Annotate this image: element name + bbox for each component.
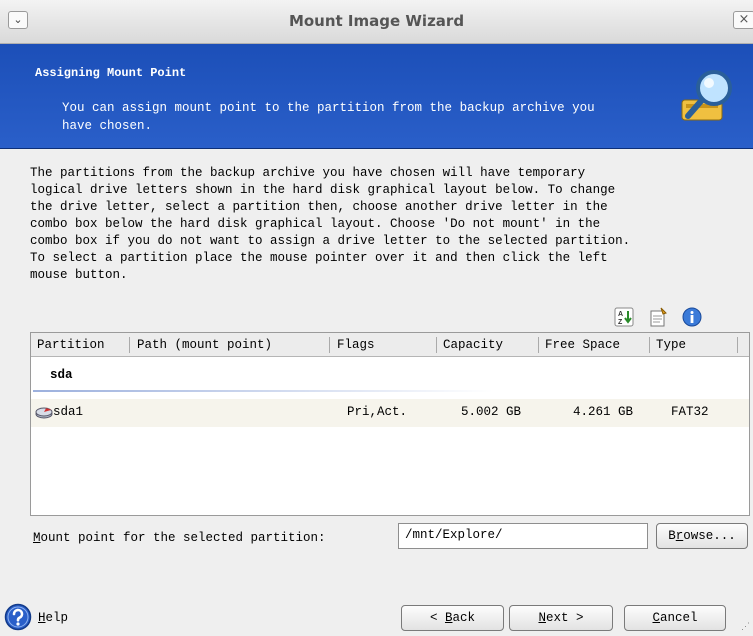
mount-point-label: Mount point for the selected partition: <box>33 531 326 545</box>
wizard-header: Assigning Mount Point You can assign mou… <box>0 44 753 149</box>
table-toolbar: A Z <box>614 307 702 329</box>
column-header-capacity[interactable]: Capacity <box>443 338 503 352</box>
cell-flags: Pri,Act. <box>347 405 408 419</box>
properties-icon[interactable] <box>648 307 668 327</box>
browse-label-start: B <box>668 529 676 543</box>
mnemonic: M <box>33 531 41 545</box>
back-button[interactable]: < Back <box>401 605 504 631</box>
wizard-magnifier-icon <box>681 70 732 121</box>
table-row[interactable]: sda1 Pri,Act. 5.002 GB 4.261 GB FAT32 <box>31 399 749 427</box>
column-header-partition[interactable]: Partition <box>37 338 105 352</box>
title-bar: ⌄ Mount Image Wizard × <box>0 0 753 44</box>
mnemonic: C <box>652 611 660 625</box>
mnemonic: N <box>538 611 546 625</box>
info-icon[interactable] <box>682 307 702 327</box>
column-header-path[interactable]: Path (mount point) <box>137 338 272 352</box>
next-label-text: ext > <box>546 611 584 625</box>
column-header-flags[interactable]: Flags <box>337 338 375 352</box>
disk-group-row: sda <box>31 358 749 392</box>
instructions-text: The partitions from the backup archive y… <box>30 166 631 282</box>
step-description: You can assign mount point to the partit… <box>62 101 595 133</box>
cell-type: FAT32 <box>671 405 709 419</box>
column-divider[interactable] <box>538 337 539 353</box>
help-button[interactable]: Help <box>38 611 68 625</box>
partition-table[interactable]: Partition Path (mount point) Flags Capac… <box>30 332 750 516</box>
help-label-text: elp <box>45 611 69 625</box>
column-divider[interactable] <box>436 337 437 353</box>
column-divider[interactable] <box>649 337 650 353</box>
cancel-label-text: ancel <box>660 611 698 625</box>
next-button[interactable]: Next > <box>509 605 613 631</box>
svg-text:Z: Z <box>618 319 623 326</box>
column-divider[interactable] <box>329 337 330 353</box>
column-header-type[interactable]: Type <box>656 338 686 352</box>
browse-label-end: owse... <box>683 529 736 543</box>
mnemonic: H <box>38 611 46 625</box>
table-header: Partition Path (mount point) Flags Capac… <box>31 333 749 357</box>
window-title: Mount Image Wizard <box>288 12 465 30</box>
svg-text:A: A <box>618 311 623 318</box>
browse-button[interactable]: Browse... <box>656 523 748 549</box>
group-divider <box>33 390 493 392</box>
help-icon[interactable] <box>4 603 32 631</box>
disk-label: sda <box>50 368 73 382</box>
mount-point-input[interactable]: /mnt/Explore/ <box>398 523 648 549</box>
mount-point-label-text: ount point for the selected partition: <box>40 531 326 545</box>
back-label-text: ack <box>452 611 476 625</box>
mnemonic: B <box>444 611 453 625</box>
close-button[interactable]: × <box>733 11 753 29</box>
cancel-button[interactable]: Cancel <box>624 605 726 631</box>
resize-grip-icon[interactable]: ⋰ <box>741 622 750 632</box>
cell-partition: sda1 <box>53 405 84 419</box>
partition-icon <box>35 407 53 419</box>
column-header-free-space[interactable]: Free Space <box>545 338 620 352</box>
back-label-prefix: < <box>429 611 445 625</box>
step-title: Assigning Mount Point <box>35 66 187 80</box>
column-divider[interactable] <box>129 337 130 353</box>
column-divider[interactable] <box>737 337 738 353</box>
sort-icon[interactable]: A Z <box>614 307 634 327</box>
cell-free-space: 4.261 GB <box>573 405 634 419</box>
cell-capacity: 5.002 GB <box>461 405 522 419</box>
